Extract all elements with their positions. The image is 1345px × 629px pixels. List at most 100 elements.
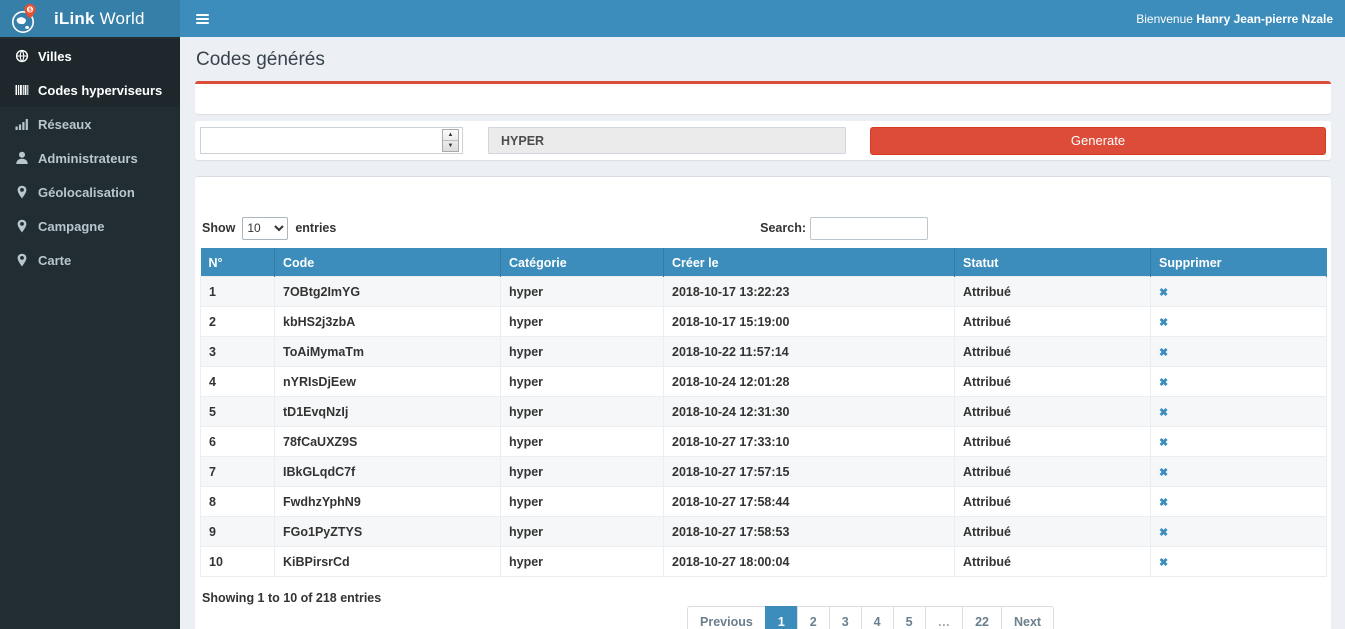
generate-button[interactable]: Generate xyxy=(870,127,1326,155)
pagination-page-button[interactable]: 3 xyxy=(829,606,862,629)
cell-created: 2018-10-27 17:33:10 xyxy=(664,427,955,457)
cell-num: 1 xyxy=(201,277,275,307)
cell-created: 2018-10-17 13:22:23 xyxy=(664,277,955,307)
user-icon xyxy=(15,151,29,165)
signal-icon xyxy=(15,117,29,131)
page-length-select[interactable]: 10 xyxy=(242,217,288,240)
sidebar-item-carte[interactable]: Carte xyxy=(0,243,180,277)
sidebar-toggle-button[interactable] xyxy=(180,0,224,37)
cell-delete: ✖ xyxy=(1151,457,1327,487)
cell-code: FwdhzYphN9 xyxy=(275,487,501,517)
delete-code-icon[interactable]: ✖ xyxy=(1159,287,1168,299)
cell-category: hyper xyxy=(501,397,664,427)
table-row: 7IBkGLqdC7fhyper2018-10-27 17:57:15Attri… xyxy=(201,457,1327,487)
delete-code-icon[interactable]: ✖ xyxy=(1159,347,1168,359)
table-row: 5tD1EvqNzIjhyper2018-10-24 12:31:30Attri… xyxy=(201,397,1327,427)
table-panel: Show 10 entries Search: N° xyxy=(195,176,1331,629)
quantity-input[interactable] xyxy=(200,127,463,154)
sidebar-item-label: Carte xyxy=(38,253,71,268)
table-row: 4nYRIsDjEewhyper2018-10-24 12:01:28Attri… xyxy=(201,367,1327,397)
delete-code-icon[interactable]: ✖ xyxy=(1159,467,1168,479)
delete-code-icon[interactable]: ✖ xyxy=(1159,527,1168,539)
cell-category: hyper xyxy=(501,487,664,517)
sidebar-item-label: Codes hyperviseurs xyxy=(38,83,162,98)
cell-created: 2018-10-24 12:01:28 xyxy=(664,367,955,397)
cell-status: Attribué xyxy=(955,277,1151,307)
main-content: Codes générés ▲ ▼ Generate Show 10 entri… xyxy=(180,37,1345,629)
page-title: Codes générés xyxy=(196,49,1331,71)
pagination-page-button[interactable]: 2 xyxy=(797,606,830,629)
delete-code-icon[interactable]: ✖ xyxy=(1159,557,1168,569)
cell-created: 2018-10-24 12:31:30 xyxy=(664,397,955,427)
globe-icon xyxy=(15,49,29,63)
cell-created: 2018-10-27 17:58:44 xyxy=(664,487,955,517)
pagination-page-button[interactable]: 1 xyxy=(765,606,798,629)
cell-category: hyper xyxy=(501,367,664,397)
cell-num: 8 xyxy=(201,487,275,517)
sidebar-item-villes[interactable]: Villes xyxy=(0,39,180,73)
welcome-user-text[interactable]: Bienvenue Hanry Jean-pierre Nzale xyxy=(1136,12,1345,26)
cell-delete: ✖ xyxy=(1151,307,1327,337)
search-input[interactable] xyxy=(810,217,928,240)
sidebar-item-campagne[interactable]: Campagne xyxy=(0,209,180,243)
sidebar-item-label: Campagne xyxy=(38,219,104,234)
cell-delete: ✖ xyxy=(1151,487,1327,517)
cell-num: 3 xyxy=(201,337,275,367)
delete-code-icon[interactable]: ✖ xyxy=(1159,407,1168,419)
delete-code-icon[interactable]: ✖ xyxy=(1159,497,1168,509)
cell-delete: ✖ xyxy=(1151,397,1327,427)
sidebar-item-administrateurs[interactable]: Administrateurs xyxy=(0,141,180,175)
pagination-page-button[interactable]: 4 xyxy=(861,606,894,629)
cell-category: hyper xyxy=(501,547,664,577)
pagination-previous-button[interactable]: Previous xyxy=(687,606,766,629)
cell-code: tD1EvqNzIj xyxy=(275,397,501,427)
cell-code: 78fCaUXZ9S xyxy=(275,427,501,457)
number-spinner[interactable]: ▲ ▼ xyxy=(442,129,459,152)
cell-status: Attribué xyxy=(955,307,1151,337)
spinner-up-icon[interactable]: ▲ xyxy=(443,130,458,140)
column-header-num[interactable]: N° xyxy=(201,249,275,277)
spinner-down-icon[interactable]: ▼ xyxy=(443,140,458,151)
entries-label: entries xyxy=(295,221,336,235)
cell-delete: ✖ xyxy=(1151,277,1327,307)
sidebar-item-geolocalisation[interactable]: Géolocalisation xyxy=(0,175,180,209)
cell-code: FGo1PyZTYS xyxy=(275,517,501,547)
delete-code-icon[interactable]: ✖ xyxy=(1159,377,1168,389)
pagination-page-button[interactable]: 5 xyxy=(893,606,926,629)
brand-logo-area[interactable]: $ iLink World xyxy=(0,0,180,37)
pagination: Previous 1 2 3 4 5 … 22 Next xyxy=(687,606,1054,629)
table-row: 17OBtg2ImYGhyper2018-10-17 13:22:23Attri… xyxy=(201,277,1327,307)
column-header-statut[interactable]: Statut xyxy=(955,249,1151,277)
sidebar-item-reseaux[interactable]: Réseaux xyxy=(0,107,180,141)
welcome-prefix: Bienvenue xyxy=(1136,12,1196,26)
cell-num: 9 xyxy=(201,517,275,547)
cell-category: hyper xyxy=(501,307,664,337)
cell-num: 6 xyxy=(201,427,275,457)
cell-delete: ✖ xyxy=(1151,337,1327,367)
cell-num: 2 xyxy=(201,307,275,337)
cell-delete: ✖ xyxy=(1151,517,1327,547)
top-navbar: $ iLink World Bienvenue Hanry Jean-pierr… xyxy=(0,0,1345,37)
category-input xyxy=(488,127,846,154)
cell-status: Attribué xyxy=(955,457,1151,487)
brand-title: iLink World xyxy=(54,9,145,29)
table-info: Showing 1 to 10 of 218 entries xyxy=(202,591,1326,605)
table-row: 10KiBPirsrCdhyper2018-10-27 18:00:04Attr… xyxy=(201,547,1327,577)
delete-code-icon[interactable]: ✖ xyxy=(1159,317,1168,329)
cell-num: 10 xyxy=(201,547,275,577)
column-header-code[interactable]: Code xyxy=(275,249,501,277)
cell-category: hyper xyxy=(501,427,664,457)
cell-status: Attribué xyxy=(955,397,1151,427)
map-marker-icon xyxy=(15,253,29,267)
column-header-supprimer[interactable]: Supprimer xyxy=(1151,249,1327,277)
quantity-field-wrap: ▲ ▼ xyxy=(200,127,463,154)
table-row: 8FwdhzYphN9hyper2018-10-27 17:58:44Attri… xyxy=(201,487,1327,517)
sidebar-item-codes-hyperviseurs[interactable]: Codes hyperviseurs xyxy=(0,73,180,107)
column-header-creer-le[interactable]: Créer le xyxy=(664,249,955,277)
delete-code-icon[interactable]: ✖ xyxy=(1159,437,1168,449)
cell-category: hyper xyxy=(501,277,664,307)
pagination-next-button[interactable]: Next xyxy=(1001,606,1054,629)
pagination-page-button[interactable]: 22 xyxy=(962,606,1002,629)
column-header-categorie[interactable]: Catégorie xyxy=(501,249,664,277)
cell-created: 2018-10-27 17:58:53 xyxy=(664,517,955,547)
